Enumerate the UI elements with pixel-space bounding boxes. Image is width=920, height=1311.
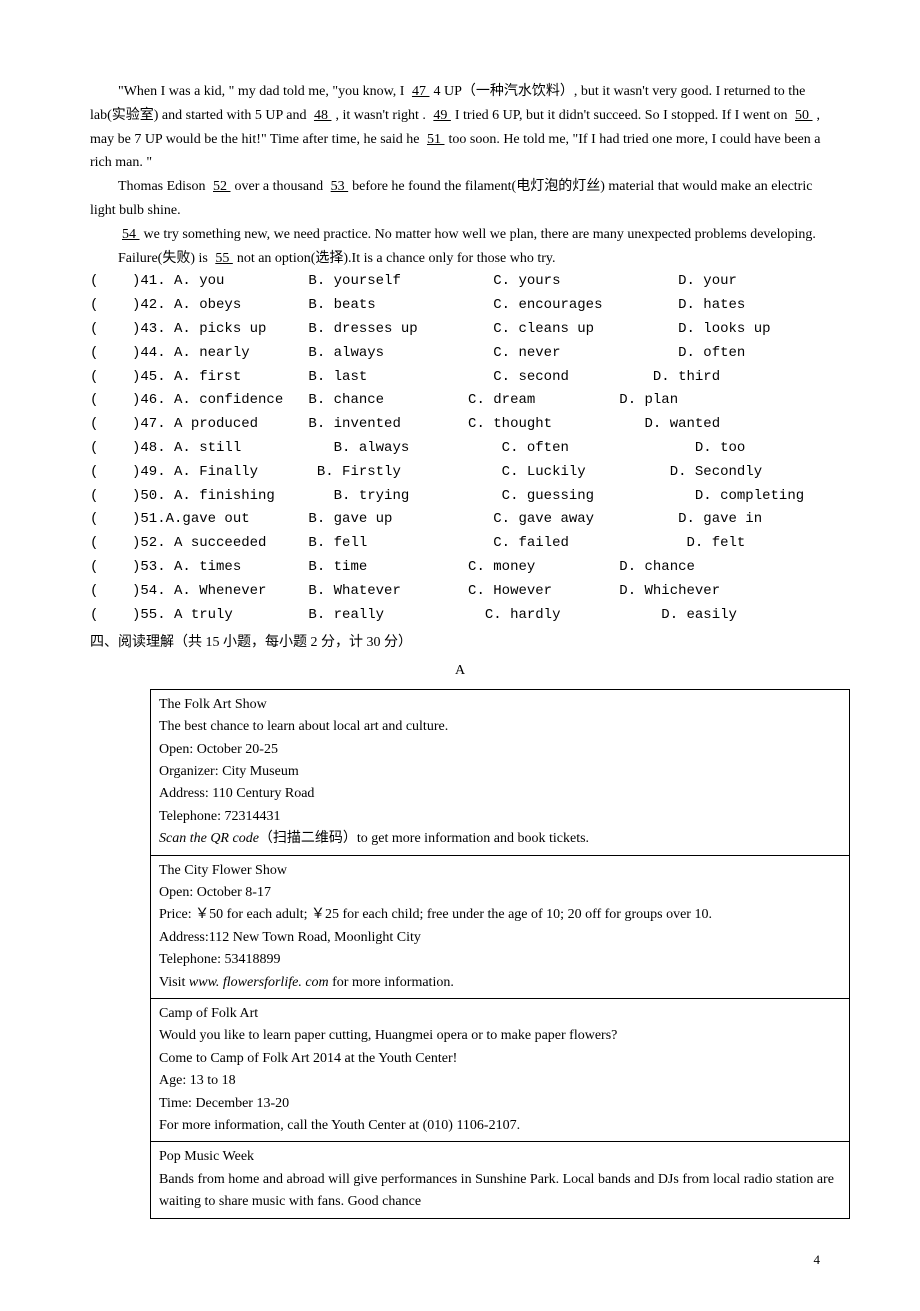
passage-paragraph-1: "When I was a kid, " my dad told me, "yo…: [90, 80, 830, 175]
text: not an option(选择).It is a chance only fo…: [237, 251, 556, 266]
question-52: ( )52. A succeeded B. fell C. failed D. …: [90, 532, 830, 556]
text: "When I was a kid, " my dad told me, "yo…: [118, 84, 408, 99]
question-53: ( )53. A. times B. time C. money D. chan…: [90, 556, 830, 580]
question-46: ( )46. A. confidence B. chance C. dream …: [90, 389, 830, 413]
ad-line: Address:112 New Town Road, Moonlight Cit…: [159, 927, 841, 949]
question-45: ( )45. A. first B. last C. second D. thi…: [90, 366, 830, 390]
blank-48: 48: [310, 108, 336, 123]
ad-line: Visit www. flowersforlife. com for more …: [159, 972, 841, 994]
blank-49: 49: [429, 108, 455, 123]
passage-paragraph-2: Thomas Edison 52 over a thousand 53 befo…: [90, 175, 830, 223]
ad-city-flower-show: The City Flower Show Open: October 8-17 …: [151, 855, 850, 998]
blank-50: 50: [791, 108, 817, 123]
ad-line: Time: December 13-20: [159, 1093, 841, 1115]
text: Failure(失败) is: [118, 251, 211, 266]
passage-paragraph-3: 54 we try something new, we need practic…: [90, 223, 830, 247]
ad-line: Camp of Folk Art: [159, 1003, 841, 1025]
ad-line: Organizer: City Museum: [159, 761, 841, 783]
passage-label-a: A: [90, 659, 830, 683]
ad-line: Bands from home and abroad will give per…: [159, 1169, 841, 1214]
passage-paragraph-4: Failure(失败) is 55 not an option(选择).It i…: [90, 247, 830, 271]
question-55: ( )55. A truly B. really C. hardly D. ea…: [90, 604, 830, 628]
ad-line: Age: 13 to 18: [159, 1070, 841, 1092]
question-42: ( )42. A. obeys B. beats C. encourages D…: [90, 294, 830, 318]
ads-table: The Folk Art Show The best chance to lea…: [150, 689, 850, 1219]
italic-text: Scan the QR code: [159, 831, 259, 846]
question-43: ( )43. A. picks up B. dresses up C. clea…: [90, 318, 830, 342]
ad-line: The City Flower Show: [159, 860, 841, 882]
question-49: ( )49. A. Finally B. Firstly C. Luckily …: [90, 461, 830, 485]
italic-text: www. flowersforlife. com: [189, 975, 329, 990]
ad-line: Pop Music Week: [159, 1146, 841, 1168]
section-4-title: 四、阅读理解（共 15 小题，每小题 2 分，计 30 分）: [90, 631, 830, 655]
page-number: 4: [90, 1249, 830, 1271]
text: over a thousand: [235, 179, 327, 194]
ad-line: Telephone: 72314431: [159, 806, 841, 828]
ad-line: For more information, call the Youth Cen…: [159, 1115, 841, 1137]
text: Visit: [159, 975, 189, 990]
ad-folk-art-show: The Folk Art Show The best chance to lea…: [151, 689, 850, 855]
table-row: Camp of Folk Art Would you like to learn…: [151, 999, 850, 1142]
text: （扫描二维码）to get more information and book …: [259, 831, 589, 846]
table-row: Pop Music Week Bands from home and abroa…: [151, 1142, 850, 1218]
question-50: ( )50. A. finishing B. trying C. guessin…: [90, 485, 830, 509]
text: for more information.: [329, 975, 454, 990]
ad-line: Address: 110 Century Road: [159, 783, 841, 805]
ad-line: Telephone: 53418899: [159, 949, 841, 971]
table-row: The City Flower Show Open: October 8-17 …: [151, 855, 850, 998]
ad-line: Would you like to learn paper cutting, H…: [159, 1025, 841, 1047]
question-41: ( )41. A. you B. yourself C. yours D. yo…: [90, 270, 830, 294]
question-48: ( )48. A. still B. always C. often D. to…: [90, 437, 830, 461]
ad-line: Come to Camp of Folk Art 2014 at the You…: [159, 1048, 841, 1070]
ad-line: Scan the QR code（扫描二维码）to get more infor…: [159, 828, 841, 850]
ad-pop-music-week: Pop Music Week Bands from home and abroa…: [151, 1142, 850, 1218]
ad-line: Open: October 20-25: [159, 739, 841, 761]
text: , it wasn't right .: [335, 108, 429, 123]
ad-camp-folk-art: Camp of Folk Art Would you like to learn…: [151, 999, 850, 1142]
ad-line: Price: ￥50 for each adult; ￥25 for each …: [159, 904, 841, 926]
blank-47: 47: [408, 84, 434, 99]
question-47: ( )47. A produced B. invented C. thought…: [90, 413, 830, 437]
text: Thomas Edison: [118, 179, 209, 194]
question-51: ( )51.A.gave out B. gave up C. gave away…: [90, 508, 830, 532]
blank-54: 54: [118, 227, 144, 242]
ad-line: The best chance to learn about local art…: [159, 716, 841, 738]
blank-53: 53: [327, 179, 353, 194]
blank-52: 52: [209, 179, 235, 194]
ad-line: The Folk Art Show: [159, 694, 841, 716]
table-row: The Folk Art Show The best chance to lea…: [151, 689, 850, 855]
text: I tried 6 UP, but it didn't succeed. So …: [455, 108, 791, 123]
question-44: ( )44. A. nearly B. always C. never D. o…: [90, 342, 830, 366]
question-54: ( )54. A. Whenever B. Whatever C. Howeve…: [90, 580, 830, 604]
blank-51: 51: [423, 132, 449, 147]
text: we try something new, we need practice. …: [144, 227, 816, 242]
blank-55: 55: [211, 251, 237, 266]
ad-line: Open: October 8-17: [159, 882, 841, 904]
